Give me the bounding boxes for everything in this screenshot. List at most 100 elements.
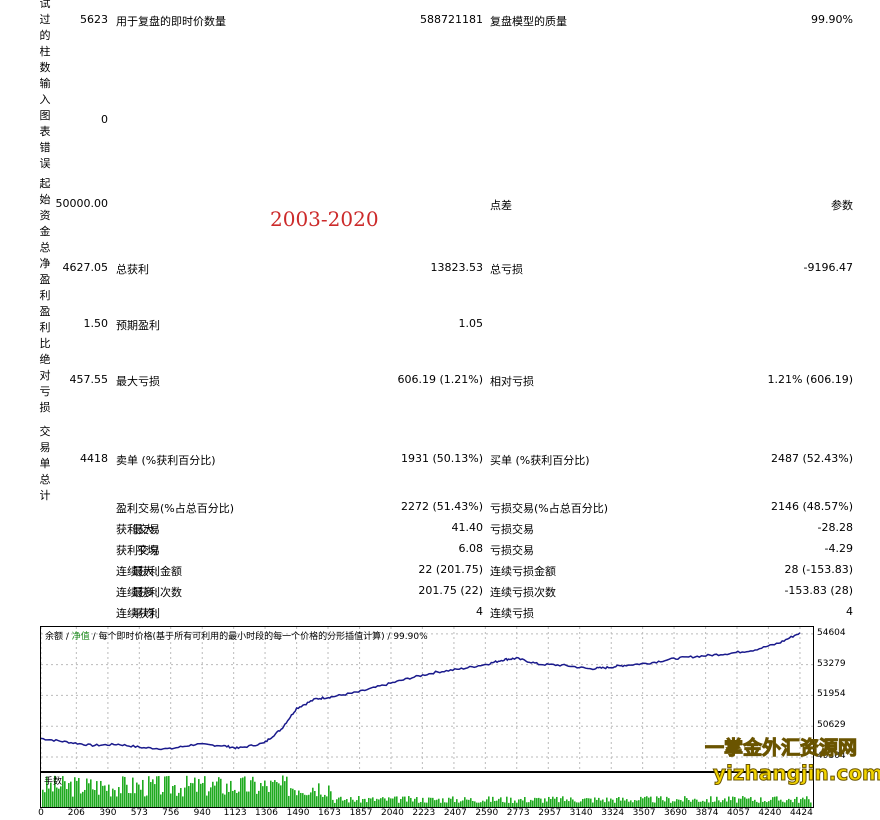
volume-bar xyxy=(230,780,232,807)
volume-bar xyxy=(376,798,378,807)
volume-bar xyxy=(320,794,322,807)
volume-bar xyxy=(242,777,244,807)
volume-bar xyxy=(490,801,492,807)
volume-bar xyxy=(792,802,794,807)
volume-bar xyxy=(464,797,466,807)
volume-bar xyxy=(746,798,748,807)
watermark-logo: 一掌金外汇资源网 xyxy=(704,737,858,760)
volume-bar xyxy=(662,800,664,807)
stat-value: 28 (-153.83) xyxy=(784,563,853,576)
volume-bar xyxy=(310,792,312,807)
volume-bar xyxy=(766,802,768,807)
volume-label: 手数 xyxy=(44,777,63,787)
volume-bar xyxy=(504,802,506,807)
volume-bar xyxy=(346,799,348,807)
x-tick-label: 940 xyxy=(193,808,211,818)
volume-bar xyxy=(44,792,46,807)
volume-bar xyxy=(452,796,454,807)
volume-bar xyxy=(580,801,582,807)
stat-label: 连续获利金额 xyxy=(116,565,182,578)
volume-bar xyxy=(804,799,806,807)
volume-bar xyxy=(486,799,488,807)
volume-bar xyxy=(454,802,456,807)
x-tick-label: 1490 xyxy=(286,808,310,818)
volume-bar xyxy=(178,792,180,807)
x-tick-label: 3140 xyxy=(569,808,593,818)
volume-bar xyxy=(698,801,700,807)
volume-bar xyxy=(566,799,568,807)
x-tick-label: 0 xyxy=(38,808,44,818)
volume-bar xyxy=(450,798,452,807)
y-tick-label: 54604 xyxy=(817,627,846,638)
volume-bar xyxy=(624,800,626,807)
volume-bar xyxy=(550,799,552,807)
volume-bar xyxy=(122,776,124,807)
volume-bar xyxy=(206,795,208,807)
volume-bar xyxy=(488,796,490,807)
expected-payoff-value: 1.05 xyxy=(458,317,484,330)
volume-bar xyxy=(266,786,268,807)
stat-value: 4 xyxy=(476,605,483,618)
volume-bar xyxy=(732,796,734,807)
max-drawdown-value: 606.19 (1.21%) xyxy=(397,373,483,386)
volume-bar xyxy=(810,802,812,807)
volume-bar xyxy=(84,789,86,807)
volume-bar xyxy=(618,796,620,807)
balance-chart-svg xyxy=(40,627,813,771)
volume-bar xyxy=(372,797,374,807)
volume-bar xyxy=(498,798,500,807)
volume-bar xyxy=(378,799,380,807)
volume-bar xyxy=(474,801,476,807)
volume-bar xyxy=(360,802,362,807)
volume-bar xyxy=(56,787,58,807)
volume-bar xyxy=(326,796,328,807)
volume-bar xyxy=(688,800,690,807)
label-net-profit: 总净盈利 xyxy=(39,241,51,302)
volume-bar xyxy=(392,798,394,807)
volume-bar xyxy=(630,800,632,807)
volume-bar xyxy=(552,796,554,807)
volume-bar xyxy=(108,784,110,807)
volume-bar xyxy=(510,797,512,807)
volume-bar xyxy=(180,788,182,807)
volume-bar xyxy=(556,796,558,807)
chart-header: 余额 / 净值 / 每个即时价格(基于所有可利用的最小时段的每一个价格的分形插值… xyxy=(45,629,428,642)
volume-bar xyxy=(694,798,696,807)
x-tick-label: 3324 xyxy=(601,808,625,818)
volume-bar xyxy=(774,796,776,807)
volume-bar xyxy=(228,791,230,807)
long-positions-label: 买单 (%获利百分比) xyxy=(490,454,590,467)
chart-description: / 每个即时价格(基于所有可利用的最小时段的每一个价格的分形插值计算) / 99… xyxy=(89,632,428,642)
stat-label: 连续获利次数 xyxy=(116,586,182,599)
parameters-label: 参数 xyxy=(831,199,853,212)
volume-bar xyxy=(340,796,342,807)
volume-bar xyxy=(582,798,584,807)
volume-bar xyxy=(74,777,76,807)
volume-bar xyxy=(416,797,418,807)
volume-bar xyxy=(126,784,128,807)
x-tick-label: 2407 xyxy=(443,808,467,818)
volume-bar xyxy=(524,797,526,807)
volume-bar xyxy=(76,780,78,807)
volume-bar xyxy=(614,802,616,807)
volume-bar xyxy=(592,802,594,807)
volume-bar xyxy=(322,796,324,807)
volume-bar xyxy=(436,799,438,807)
volume-bar xyxy=(420,801,422,807)
volume-bar xyxy=(52,791,54,807)
volume-bar xyxy=(708,802,710,807)
volume-bar xyxy=(470,798,472,807)
volume-bar xyxy=(622,797,624,807)
volume-bar xyxy=(788,798,790,807)
profit-factor-value: 1.50 xyxy=(83,317,109,330)
stat-label: 连续亏损金额 xyxy=(490,565,556,578)
volume-bar xyxy=(620,800,622,807)
volume-bar xyxy=(354,801,356,807)
volume-bar xyxy=(438,798,440,807)
volume-bar xyxy=(144,796,146,807)
volume-bar xyxy=(430,797,432,807)
volume-bar xyxy=(522,800,524,807)
label-bars-tested: 试过的柱数 xyxy=(39,0,51,74)
volume-bar xyxy=(692,799,694,807)
volume-bar xyxy=(748,798,750,807)
